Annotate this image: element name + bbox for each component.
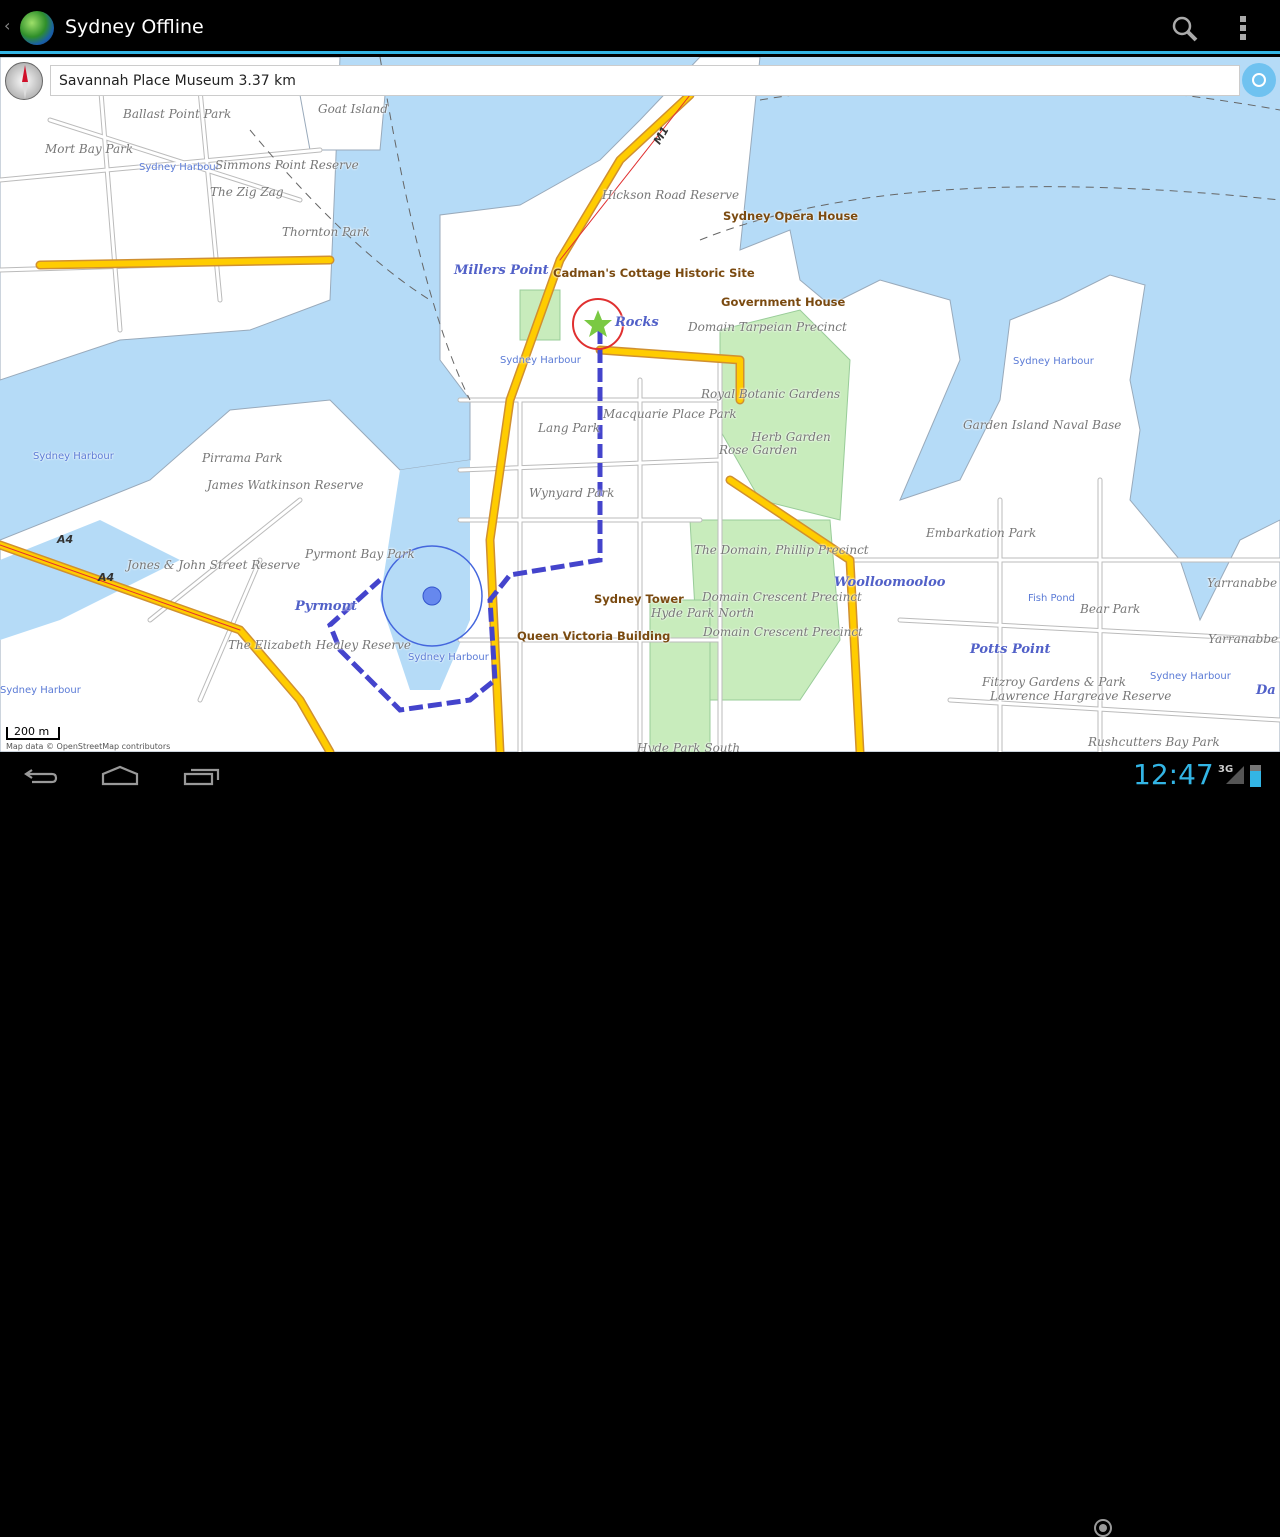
road-shield: A4 bbox=[98, 571, 115, 584]
my-location-button[interactable] bbox=[1242, 63, 1276, 97]
map-label: Sydney Harbour bbox=[1013, 356, 1094, 367]
map-label: Sydney Harbour bbox=[0, 685, 81, 696]
back-icon[interactable] bbox=[22, 764, 62, 788]
map-label: Thornton Park bbox=[282, 225, 370, 239]
map-label: The Elizabeth Healey Reserve bbox=[228, 638, 411, 652]
map-label: Sydney Harbour bbox=[500, 355, 581, 366]
map-label: Yarranabbe P bbox=[1207, 576, 1280, 590]
signal-icon bbox=[1226, 766, 1244, 784]
poi-label[interactable]: Cadman's Cottage Historic Site bbox=[553, 266, 755, 280]
overflow-menu-icon[interactable] bbox=[1240, 16, 1254, 42]
map-label: Bear Park bbox=[1080, 602, 1141, 616]
road-shield: A4 bbox=[57, 533, 74, 546]
scale-bar: 200 m bbox=[6, 726, 60, 740]
map-label: Embarkation Park bbox=[926, 526, 1037, 540]
system-nav-bar: 12:47 3G bbox=[0, 752, 1280, 1537]
globe-icon[interactable] bbox=[20, 11, 54, 45]
map-label: Woolloomooloo bbox=[834, 575, 946, 590]
poi-label[interactable]: Sydney Opera House bbox=[723, 209, 858, 223]
chevron-left-icon[interactable]: ‹ bbox=[4, 16, 10, 35]
map-label: Da bbox=[1256, 683, 1276, 698]
destination-info-bar[interactable]: Savannah Place Museum 3.37 km bbox=[50, 65, 1240, 96]
map-label: Lang Park bbox=[538, 421, 601, 435]
battery-icon bbox=[1250, 765, 1261, 787]
map-label: Royal Botanic Gardens bbox=[701, 387, 841, 401]
map-label: Sydney Harbour bbox=[33, 451, 114, 462]
current-location-dot bbox=[422, 586, 442, 606]
app-title: Sydney Offline bbox=[65, 16, 204, 38]
map-label: Simmons Point Reserve bbox=[215, 158, 359, 172]
map-label: Lawrence Hargreave Reserve bbox=[990, 689, 1172, 703]
map-label: Sydney Harbour bbox=[139, 162, 220, 173]
map-label: Goat Island bbox=[318, 102, 388, 116]
map-label: The Zig Zag bbox=[210, 185, 284, 199]
map-label: Herb Garden bbox=[751, 430, 831, 444]
map-view[interactable]: Goat Island Ballast Point Park Mort Bay … bbox=[0, 57, 1280, 752]
search-icon[interactable] bbox=[1170, 14, 1200, 44]
map-label: Rose Garden bbox=[719, 443, 798, 457]
map-label: Potts Point bbox=[970, 642, 1051, 657]
map-label: Pirrama Park bbox=[202, 451, 283, 465]
map-label: Millers Point bbox=[454, 263, 549, 278]
poi-label[interactable]: Sydney Tower bbox=[594, 592, 684, 606]
map-label: Yarranabbe bbox=[1208, 632, 1279, 646]
action-bar: ‹ Sydney Offline bbox=[0, 0, 1280, 54]
map-attribution: Map data © OpenStreetMap contributors bbox=[6, 742, 171, 751]
map-label: Pyrmont bbox=[295, 599, 358, 614]
map-label: Hyde Park South bbox=[637, 741, 741, 752]
map-label: Hyde Park North bbox=[651, 606, 755, 620]
map-label: Jones & John Street Reserve bbox=[127, 558, 301, 572]
map-label: The Domain, Phillip Precinct bbox=[694, 543, 869, 557]
map-label: Fish Pond bbox=[1028, 593, 1076, 604]
map-label: Rocks bbox=[615, 315, 659, 330]
map-label: Mort Bay Park bbox=[45, 142, 134, 156]
compass-icon[interactable] bbox=[5, 62, 43, 100]
poi-label[interactable]: Queen Victoria Building bbox=[517, 629, 670, 643]
map-label: Fitzroy Gardens & Park bbox=[982, 675, 1127, 689]
map-label: Domain Crescent Precinct bbox=[702, 590, 862, 604]
map-label: Sydney Harbour bbox=[1150, 671, 1231, 682]
map-label: Domain Tarpeian Precinct bbox=[688, 320, 847, 334]
map-label: Hickson Road Reserve bbox=[602, 188, 740, 202]
gps-icon bbox=[1094, 1519, 1112, 1537]
map-label: Rushcutters Bay Park bbox=[1088, 735, 1220, 749]
map-label: Ballast Point Park bbox=[123, 107, 232, 121]
recent-apps-icon[interactable] bbox=[182, 764, 222, 788]
map-label: Garden Island Naval Base bbox=[963, 418, 1122, 432]
poi-label[interactable]: Government House bbox=[721, 295, 845, 309]
map-label: Domain Crescent Precinct bbox=[703, 625, 863, 639]
map-label: James Watkinson Reserve bbox=[207, 478, 364, 492]
home-icon[interactable] bbox=[100, 764, 140, 788]
map-label: Sydney Harbour bbox=[408, 652, 489, 663]
map-label: Wynyard Park bbox=[529, 486, 615, 500]
clock: 12:47 bbox=[1133, 758, 1214, 791]
map-label: Macquarie Place Park bbox=[603, 407, 737, 421]
map-label: Pyrmont Bay Park bbox=[305, 547, 415, 561]
